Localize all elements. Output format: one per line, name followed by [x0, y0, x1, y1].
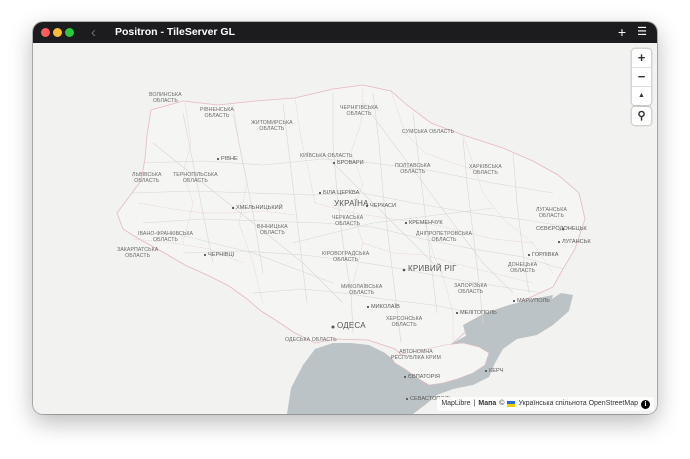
city-label-luhansk: ЛУГАНСЬК [562, 239, 591, 245]
title-bar: ‹ Positron - TileServer GL + ☰ [33, 22, 657, 43]
region-label-poltava: ПОЛТАВСЬКА ОБЛАСТЬ [395, 163, 431, 175]
region-label-vinnytsia: ВІННИЦЬКА ОБЛАСТЬ [257, 224, 288, 236]
region-label-donetsk: ДОНЕЦЬКА ОБЛАСТЬ [508, 262, 538, 274]
city-label-kerch: КЕРЧ [489, 368, 504, 374]
zoom-out-button[interactable]: − [632, 68, 651, 87]
maplibre-link[interactable]: MapLibre [441, 397, 470, 411]
attribution-separator: | [473, 400, 476, 407]
city-label-khmelnytskyi: ХМЕЛЬНИЦЬКИЙ [236, 205, 283, 211]
city-label-brovary: БРОВАРИ [337, 160, 364, 166]
region-label-zhytomyr: ЖИТОМИРСЬКА ОБЛАСТЬ [251, 120, 293, 132]
city-label-chernivtsi: ЧЕРНІВЦІ [208, 252, 235, 258]
region-label-cherkasy: ЧЕРКАСЬКА ОБЛАСТЬ [332, 215, 364, 227]
city-label-yevpatoria: ЄВПАТОРІЯ [408, 374, 440, 380]
map-link[interactable]: Мапа [478, 397, 496, 411]
city-label-mykolaiv: МИКОЛАЇВ [371, 304, 400, 310]
zoom-in-button[interactable]: + [632, 49, 651, 68]
window-title: Positron - TileServer GL [115, 26, 236, 38]
city-label-bila-tserkva: БІЛА ЦЕРКВА [323, 190, 360, 196]
osm-community-link[interactable]: Українська спільнота OpenStreetMap [518, 397, 638, 411]
browser-window: ‹ Positron - TileServer GL + ☰ ВОЛИНСЬКА… [33, 22, 657, 414]
city-label-kryvyi-rih: КРИВИЙ РІГ [408, 264, 457, 273]
country-label: УКРАЇНА [334, 199, 369, 208]
map-canvas[interactable]: ВОЛИНСЬКА ОБЛАСТЬ РІВНЕНСЬКА ОБЛАСТЬ ЖИТОМ… [33, 43, 657, 414]
region-label-volyn: ВОЛИНСЬКА ОБЛАСТЬ [149, 92, 182, 104]
inspect-control: ⚲ [632, 107, 651, 125]
region-label-dnipro: ДНІПРОПЕТРОВСЬКА ОБЛАСТЬ [416, 231, 473, 243]
city-label-mariupol: МАРІУПОЛЬ [517, 298, 550, 304]
region-label-kherson: ХЕРСОНСЬКА ОБЛАСТЬ [386, 316, 423, 328]
region-label-mykolaiv: МИКОЛАЇВСЬКА ОБЛАСТЬ [341, 284, 383, 296]
new-tab-button[interactable]: + [615, 22, 629, 43]
region-label-zakarpattia: ЗАКАРПАТСЬКА ОБЛАСТЬ [117, 247, 159, 259]
attribution-bar: MapLibre | Мапа © Українська спільнота O… [437, 397, 654, 411]
region-label-sumy: СУМСЬКА ОБЛАСТЬ [402, 129, 455, 135]
back-arrow-icon[interactable]: ‹ [91, 22, 96, 43]
city-label-siverskodonetsk: СЄВЄРОДОНЕЦЬК [536, 226, 587, 232]
region-label-crimea: АВТОНОМНА РЕСПУБЛІКА КРИМ [391, 349, 441, 361]
city-label-kremenchuk: КРЕМЕНЧУК [409, 220, 443, 226]
inspect-icon[interactable]: ⚲ [632, 107, 651, 125]
region-label-chernihiv: ЧЕРНІГІВСЬКА ОБЛАСТЬ [340, 105, 378, 117]
region-label-ivano-frankivsk: ІВАНО-ФРАНКІВСЬКА ОБЛАСТЬ [138, 231, 194, 243]
region-label-kirovohrad: КІРОВОГРАДСЬКА ОБЛАСТЬ [322, 251, 370, 263]
city-label-cherkasy: ЧЕРКАСИ [370, 203, 397, 209]
city-label-rivne: РІВНЕ [221, 156, 238, 162]
info-icon[interactable]: i [641, 399, 650, 409]
ukraine-flag-icon [507, 401, 516, 407]
region-label-zaporizhzhia: ЗАПОРІЗЬКА ОБЛАСТЬ [454, 283, 488, 295]
copyright-symbol: © [499, 400, 505, 407]
region-label-odesa: ОДЕСЬКА ОБЛАСТЬ [285, 337, 337, 343]
close-window-button[interactable] [41, 28, 50, 37]
city-label-odesa: ОДЕСА [337, 321, 366, 330]
region-label-kyiv: КИЇВСЬКА ОБЛАСТЬ [300, 153, 353, 159]
region-label-rivne: РІВНЕНСЬКА ОБЛАСТЬ [200, 107, 234, 119]
region-label-luhansk: ЛУГАНСЬКА ОБЛАСТЬ [536, 207, 567, 219]
region-label-lviv: ЛЬВІВСЬКА ОБЛАСТЬ [132, 172, 162, 184]
maximize-window-button[interactable] [65, 28, 74, 37]
city-label-melitopol: МЕЛІТОПОЛЬ [460, 310, 497, 316]
navigation-control: + − ▲ [632, 49, 651, 105]
city-label-horlivka: ГОРЛІВКА [532, 252, 559, 258]
minimize-window-button[interactable] [53, 28, 62, 37]
compass-icon[interactable]: ▲ [632, 87, 651, 105]
region-label-kharkiv: ХАРКІВСЬКА ОБЛАСТЬ [469, 164, 502, 176]
menu-icon[interactable]: ☰ [635, 22, 649, 43]
region-label-ternopil: ТЕРНОПІЛЬСЬКА ОБЛАСТЬ [173, 172, 218, 184]
